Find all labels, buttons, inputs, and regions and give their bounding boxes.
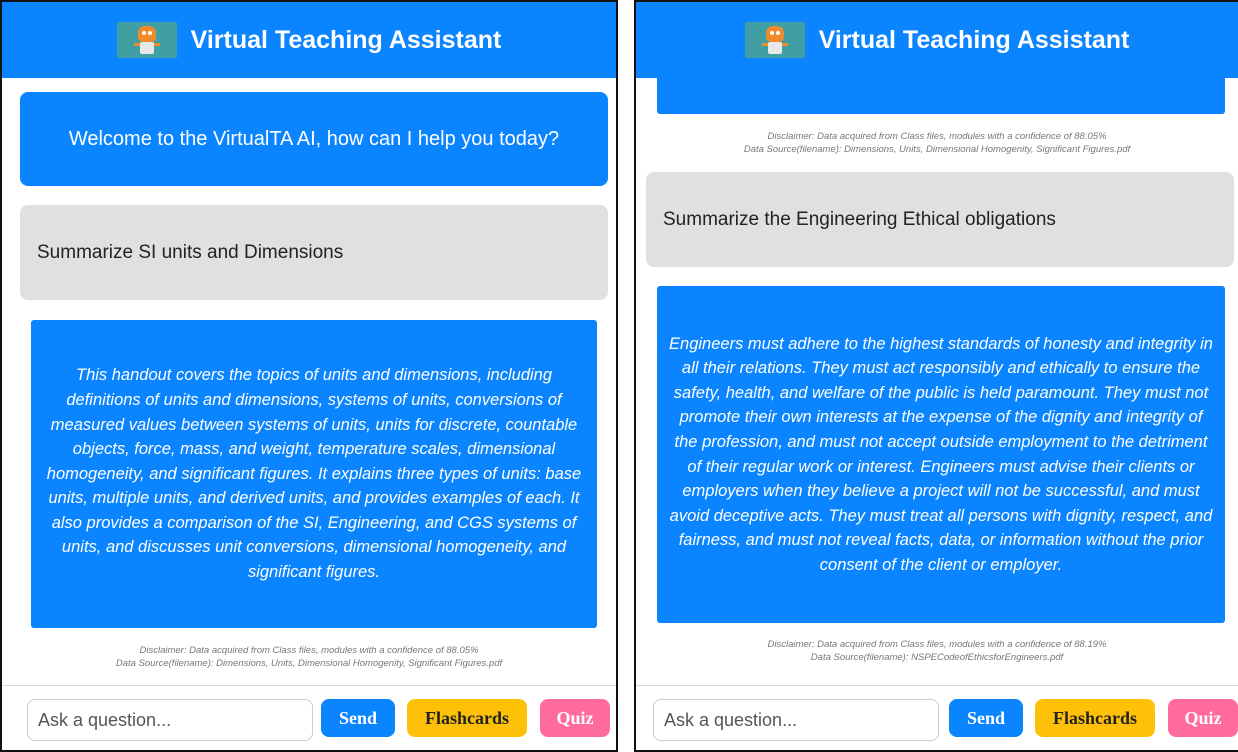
welcome-message: Welcome to the VirtualTA AI, how can I h… xyxy=(20,92,608,186)
user-message: Summarize the Engineering Ethical obliga… xyxy=(646,172,1234,267)
data-source-text: Data Source(filename): Dimensions, Units… xyxy=(115,658,503,669)
app-header: Virtual Teaching Assistant xyxy=(636,2,1238,78)
robot-logo-icon xyxy=(116,22,177,58)
data-source-text: Data Source(filename): Dimensions, Units… xyxy=(743,144,1131,155)
chat-scroll-area[interactable]: Welcome to the VirtualTA AI, how can I h… xyxy=(2,78,616,686)
previous-answer-partial xyxy=(657,78,1225,114)
assistant-answer: Engineers must adhere to the highest sta… xyxy=(657,286,1225,623)
flashcards-button[interactable]: Flashcards xyxy=(1035,699,1155,737)
app-title: Virtual Teaching Assistant xyxy=(190,25,502,54)
send-button[interactable]: Send xyxy=(949,699,1023,737)
input-bar: Send Flashcards Quiz xyxy=(2,685,616,750)
app-title: Virtual Teaching Assistant xyxy=(818,25,1130,54)
chat-panel-left: Virtual Teaching Assistant Welcome to th… xyxy=(0,0,618,752)
assistant-answer: This handout covers the topics of units … xyxy=(31,320,597,628)
disclaimer-text: Disclaimer: Data acquired from Class fil… xyxy=(636,638,1238,664)
disclaimer-text: Disclaimer: Data acquired from Class fil… xyxy=(636,130,1238,156)
flashcards-button[interactable]: Flashcards xyxy=(407,699,527,737)
quiz-button[interactable]: Quiz xyxy=(1168,699,1238,737)
chat-panel-right: Virtual Teaching Assistant Disclaimer: D… xyxy=(634,0,1238,752)
question-input[interactable] xyxy=(653,699,939,741)
data-source-text: Data Source(filename): NSPECodeofEthicsf… xyxy=(810,652,1064,663)
app-header: Virtual Teaching Assistant xyxy=(2,2,616,78)
question-input[interactable] xyxy=(27,699,313,741)
chat-scroll-area[interactable]: Disclaimer: Data acquired from Class fil… xyxy=(636,78,1238,686)
input-bar: Send Flashcards Quiz xyxy=(636,685,1238,750)
robot-logo-icon xyxy=(744,22,805,58)
quiz-button[interactable]: Quiz xyxy=(540,699,610,737)
user-message: Summarize SI units and Dimensions xyxy=(20,205,608,300)
disclaimer-text: Disclaimer: Data acquired from Class fil… xyxy=(2,644,616,670)
send-button[interactable]: Send xyxy=(321,699,395,737)
